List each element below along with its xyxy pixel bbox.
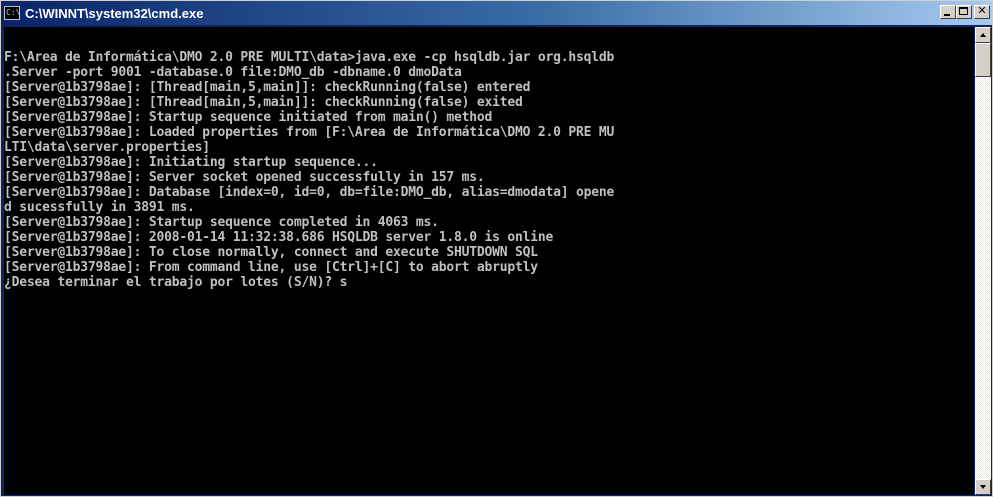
scroll-down-button[interactable] bbox=[975, 479, 991, 495]
console-line: [Server@1b3798ae]: [Thread[main,5,main]]… bbox=[4, 80, 531, 95]
console-line: [Server@1b3798ae]: Database [index=0, id… bbox=[4, 185, 615, 200]
console-line: [Server@1b3798ae]: Initiating startup se… bbox=[4, 155, 378, 170]
title-bar[interactable]: C:\ C:\WINNT\system32\cmd.exe ✕ bbox=[1, 1, 992, 25]
console-line: LTI\data\server.properties] bbox=[4, 140, 210, 155]
window-controls: ✕ bbox=[940, 5, 990, 19]
console-line: [Server@1b3798ae]: From command line, us… bbox=[4, 260, 538, 275]
console-line: [Server@1b3798ae]: [Thread[main,5,main]]… bbox=[4, 95, 523, 110]
window-title: C:\WINNT\system32\cmd.exe bbox=[25, 5, 204, 21]
console-line: [Server@1b3798ae]: 2008-01-14 11:32:38.6… bbox=[4, 230, 554, 245]
console-line: F:\Area de Informática\DMO 2.0 PRE MULTI… bbox=[4, 50, 615, 65]
console-line: [Server@1b3798ae]: Loaded properties fro… bbox=[4, 125, 615, 140]
console-line: d sucessfully in 3891 ms. bbox=[4, 200, 195, 215]
console-line: .Server -port 9001 -database.0 file:DMO_… bbox=[4, 65, 462, 80]
minimize-button[interactable] bbox=[940, 5, 956, 19]
scroll-up-button[interactable] bbox=[975, 27, 991, 43]
close-icon: ✕ bbox=[977, 4, 987, 17]
scrollbar-thumb[interactable] bbox=[975, 43, 991, 77]
console-output[interactable]: F:\Area de Informática\DMO 2.0 PRE MULTI… bbox=[4, 27, 974, 495]
console-line: [Server@1b3798ae]: To close normally, co… bbox=[4, 245, 538, 260]
close-button[interactable]: ✕ bbox=[974, 5, 990, 19]
minimize-icon bbox=[944, 14, 950, 16]
vertical-scrollbar[interactable] bbox=[975, 27, 991, 495]
console-line: [Server@1b3798ae]: Startup sequence init… bbox=[4, 110, 493, 125]
arrow-down-icon bbox=[980, 485, 986, 489]
console-window-icon[interactable]: C:\ bbox=[4, 6, 20, 20]
console-text: F:\Area de Informática\DMO 2.0 PRE MULTI… bbox=[4, 27, 974, 290]
maximize-button[interactable] bbox=[956, 5, 972, 19]
console-line: [Server@1b3798ae]: Startup sequence comp… bbox=[4, 215, 439, 230]
arrow-up-icon bbox=[980, 33, 986, 37]
console-line: [Server@1b3798ae]: Server socket opened … bbox=[4, 170, 485, 185]
maximize-icon bbox=[959, 7, 968, 15]
command-prompt-window: C:\ C:\WINNT\system32\cmd.exe ✕ F:\Area … bbox=[0, 0, 993, 497]
console-line: ¿Desea terminar el trabajo por lotes (S/… bbox=[4, 275, 348, 290]
